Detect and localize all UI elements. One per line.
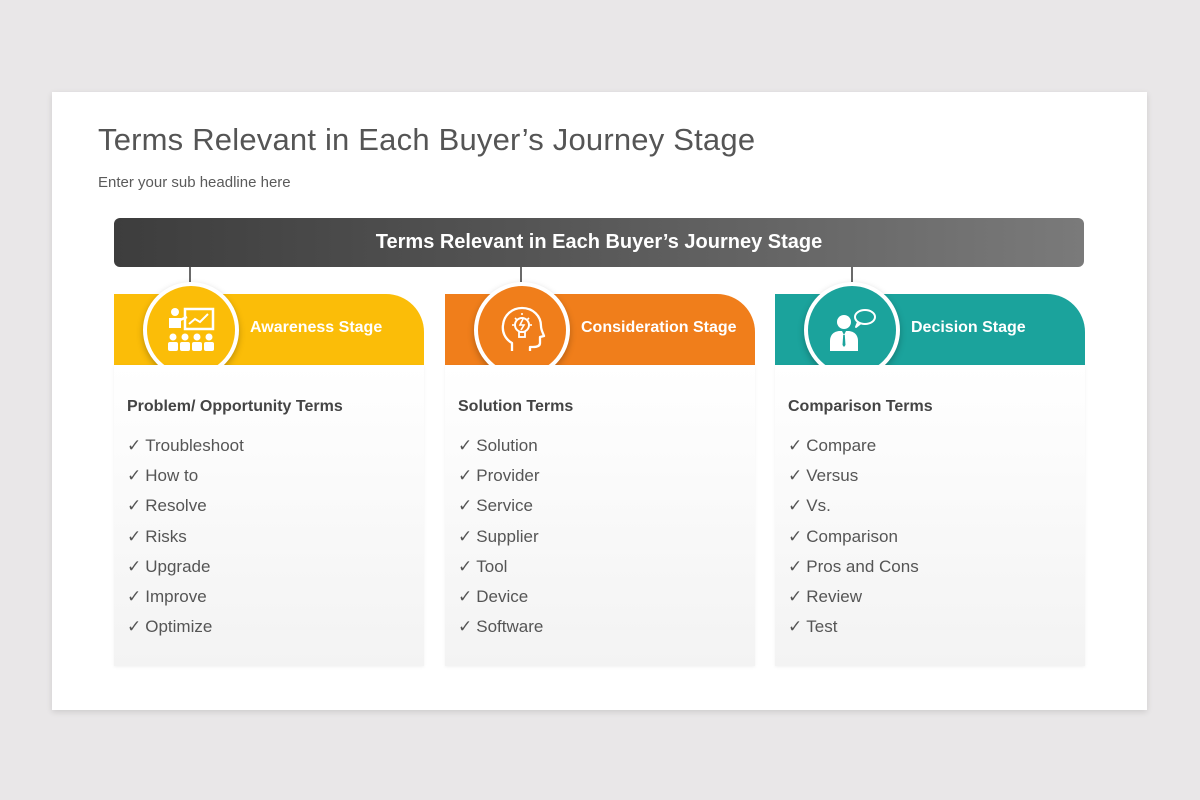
term-text: Versus	[806, 466, 859, 486]
term-text: Test	[806, 617, 838, 637]
term-text: Compare	[806, 436, 877, 455]
term-text: Review	[806, 586, 862, 606]
connector-line	[851, 267, 853, 282]
term-text: Device	[476, 586, 529, 606]
term-text: Upgrade	[145, 556, 211, 576]
check-icon: ✓	[458, 466, 473, 486]
check-icon: ✓	[127, 496, 142, 516]
terms-list: ✓ Compare ✓ Versus ✓ Vs. ✓ Comparison ✓ Pros …	[788, 434, 919, 645]
term-text: Improve	[145, 586, 207, 606]
term-text: Solution	[476, 436, 538, 455]
stage-label: Decision Stage	[911, 319, 1026, 336]
term-text: Resolve	[145, 496, 207, 516]
check-icon: ✓	[127, 617, 142, 637]
check-icon: ✓	[788, 496, 803, 516]
term-text: Optimize	[145, 617, 213, 637]
list-item: ✓ Comparison	[788, 525, 919, 555]
list-item: ✓ Risks	[127, 525, 244, 555]
term-text: Service	[476, 496, 533, 516]
check-icon: ✓	[127, 436, 142, 455]
term-text: Risks	[145, 526, 187, 546]
list-item: ✓ Improve	[127, 585, 244, 615]
check-icon: ✓	[788, 586, 803, 606]
connector-line	[520, 267, 522, 282]
stage-label: Consideration Stage	[581, 319, 737, 336]
term-text: Supplier	[476, 526, 539, 546]
check-icon: ✓	[458, 617, 473, 637]
banner-text: Terms Relevant in Each Buyer’s Journey S…	[375, 231, 823, 253]
list-item: ✓ Provider	[458, 464, 543, 494]
list-item: ✓ Troubleshoot	[127, 434, 244, 464]
list-item: ✓ Solution	[458, 434, 543, 464]
check-icon: ✓	[788, 617, 803, 637]
list-item: ✓ Pros and Cons	[788, 555, 919, 585]
term-text: Pros and Cons	[806, 556, 919, 576]
check-icon: ✓	[788, 556, 803, 576]
page-subtitle: Enter your sub headline here	[98, 174, 291, 191]
list-item: ✓ Compare	[788, 434, 919, 464]
list-item: ✓ Optimize	[127, 615, 244, 645]
list-item: ✓ Supplier	[458, 525, 543, 555]
list-item: ✓ Upgrade	[127, 555, 244, 585]
check-icon: ✓	[458, 526, 473, 546]
term-text: Troubleshoot	[145, 436, 244, 455]
list-item: ✓ Test	[788, 615, 919, 645]
check-icon: ✓	[458, 496, 473, 516]
list-item: ✓ Review	[788, 585, 919, 615]
terms-heading: Problem/ Opportunity Terms	[127, 398, 343, 415]
term-text: Comparison	[806, 526, 898, 546]
check-icon: ✓	[788, 436, 803, 455]
check-icon: ✓	[788, 526, 803, 546]
check-icon: ✓	[788, 466, 803, 486]
list-item: ✓ Device	[458, 585, 543, 615]
term-text: Provider	[476, 466, 540, 486]
head-lightbulb-icon	[474, 282, 570, 378]
stage-column-awareness: Awareness Stage Problem/ Opportunity Ter…	[114, 282, 424, 666]
section-banner: Terms Relevant in Each Buyer’s Journey S…	[114, 218, 1084, 267]
stage-label: Awareness Stage	[250, 319, 383, 336]
list-item: ✓ Resolve	[127, 494, 244, 524]
term-text: Vs.	[806, 496, 831, 516]
terms-heading: Solution Terms	[458, 398, 574, 415]
presentation-audience-icon	[143, 282, 239, 378]
stage-column-consideration: Consideration Stage Solution Terms ✓ Solu…	[445, 282, 755, 666]
list-item: ✓ How to	[127, 464, 244, 494]
terms-list: ✓ Solution ✓ Provider ✓ Service ✓ Supplier ✓…	[458, 434, 543, 645]
stage-column-decision: Decision Stage Comparison Terms ✓ Compare…	[775, 282, 1085, 666]
check-icon: ✓	[458, 586, 473, 606]
term-text: Software	[476, 617, 544, 637]
check-icon: ✓	[127, 556, 142, 576]
list-item: ✓ Service	[458, 494, 543, 524]
term-text: Tool	[476, 556, 508, 576]
list-item: ✓ Vs.	[788, 494, 919, 524]
list-item: ✓ Software	[458, 615, 543, 645]
check-icon: ✓	[458, 556, 473, 576]
check-icon: ✓	[127, 466, 142, 486]
connector-line	[189, 267, 191, 282]
list-item: ✓ Versus	[788, 464, 919, 494]
page-title: Terms Relevant in Each Buyer’s Journey S…	[98, 122, 756, 157]
check-icon: ✓	[458, 436, 473, 455]
check-icon: ✓	[127, 526, 142, 546]
slide: Terms Relevant in Each Buyer’s Journey S…	[52, 92, 1147, 710]
terms-list: ✓ Troubleshoot ✓ How to ✓ Resolve ✓ Risks ✓ U…	[127, 434, 244, 645]
list-item: ✓ Tool	[458, 555, 543, 585]
terms-heading: Comparison Terms	[788, 398, 933, 415]
term-text: How to	[145, 466, 199, 486]
check-icon: ✓	[127, 586, 142, 606]
businessman-speech-bubble-icon	[804, 282, 900, 378]
